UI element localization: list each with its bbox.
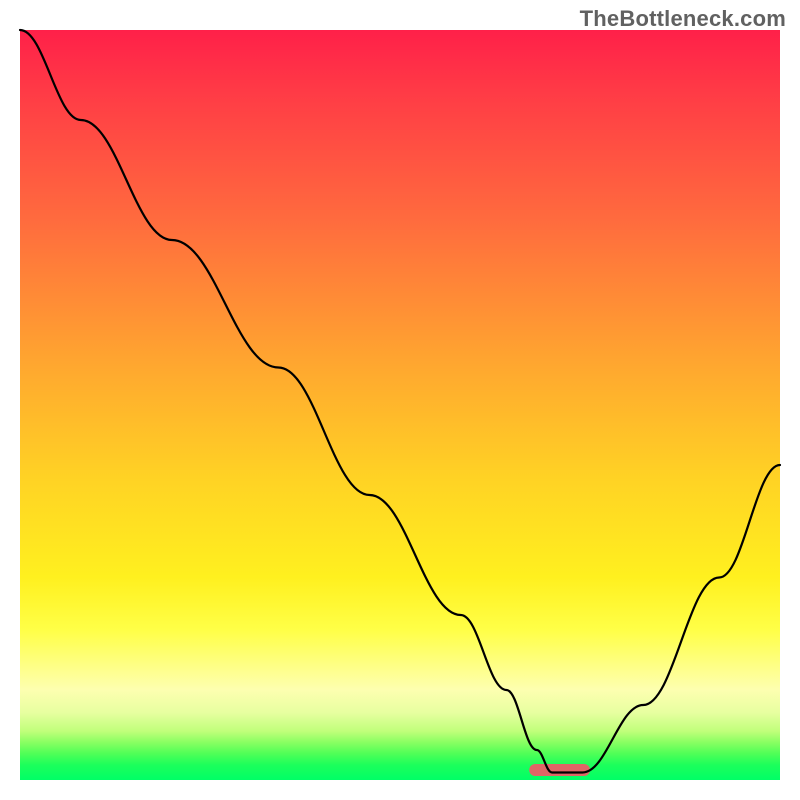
watermark-text: TheBottleneck.com (580, 6, 786, 32)
chart-gradient-background (20, 30, 780, 780)
